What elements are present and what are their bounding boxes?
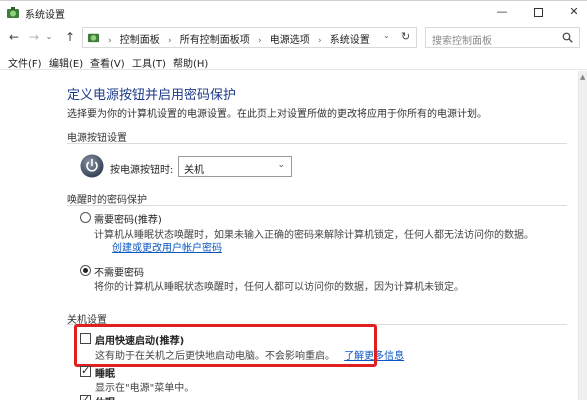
- control-panel-icon: [7, 7, 19, 18]
- chevron-down-icon: ⌄: [277, 160, 285, 170]
- window-title: 系统设置: [25, 10, 65, 21]
- control-panel-icon: [87, 33, 100, 43]
- breadcrumb-separator[interactable]: ›: [258, 36, 262, 46]
- power-button-action-value: 关机: [184, 165, 204, 176]
- breadcrumb: › 控制面板 › 所有控制面板项 › 电源选项 › 系统设置: [103, 31, 370, 46]
- back-button[interactable]: ←: [6, 29, 22, 45]
- forward-button[interactable]: →: [26, 29, 42, 45]
- menu-tools[interactable]: 工具(T): [132, 55, 166, 70]
- breadcrumb-separator[interactable]: ›: [318, 36, 322, 46]
- breadcrumb-item-system-settings[interactable]: 系统设置: [330, 35, 370, 46]
- system-settings-window: 系统设置 — ✕ ← → ⌄ ↑ › 控制面板 › 所有控制面板项 › 电源选项…: [0, 0, 587, 400]
- hibernate-checkbox[interactable]: [80, 393, 91, 400]
- section-divider: [67, 143, 567, 144]
- require-password-label[interactable]: 需要密码(推荐): [94, 211, 162, 226]
- no-password-description: 将你的计算机从睡眠状态唤醒时，任何人都可以访问你的数据，因为计算机未锁定。: [94, 282, 464, 293]
- power-button-action-select[interactable]: 关机 ⌄: [178, 156, 292, 177]
- hibernate-label[interactable]: 休眠: [95, 394, 115, 400]
- vertical-scrollbar[interactable]: ▲: [578, 71, 587, 400]
- address-bar[interactable]: › 控制面板 › 所有控制面板项 › 电源选项 › 系统设置 ⌄ ↻: [82, 27, 417, 48]
- close-button[interactable]: ✕: [556, 1, 587, 25]
- breadcrumb-separator: ›: [108, 36, 112, 46]
- search-box[interactable]: 搜索控制面板: [425, 27, 580, 48]
- no-password-radio[interactable]: [80, 265, 91, 276]
- breadcrumb-item-control-panel[interactable]: 控制面板: [120, 35, 160, 46]
- section-divider: [67, 205, 567, 206]
- sleep-label[interactable]: 睡眠: [95, 365, 115, 380]
- menu-file[interactable]: 文件(F): [8, 55, 42, 70]
- power-icon: [80, 154, 104, 178]
- main-content: 定义电源按钮并启用密码保护 选择要为你的计算机设置的电源设置。在此页上对设置所做…: [0, 71, 578, 400]
- recent-locations-button[interactable]: ⌄: [44, 29, 54, 45]
- sleep-description: 显示在"电源"菜单中。: [95, 383, 195, 394]
- power-button-section-label: 电源按钮设置: [67, 133, 127, 144]
- navigation-bar: ← → ⌄ ↑ › 控制面板 › 所有控制面板项 › 电源选项 › 系统设置 ⌄…: [0, 25, 587, 51]
- sleep-checkbox[interactable]: [80, 364, 91, 377]
- scroll-up-icon[interactable]: ▲: [580, 73, 585, 81]
- no-password-label[interactable]: 不需要密码: [94, 264, 144, 279]
- title-bar: 系统设置 — ✕: [0, 1, 587, 25]
- power-button-label: 按电源按钮时:: [110, 165, 174, 176]
- password-section-label: 唤醒时的密码保护: [67, 195, 147, 206]
- address-dropdown-button[interactable]: ⌄: [383, 31, 390, 40]
- menu-help[interactable]: 帮助(H): [173, 55, 208, 70]
- search-placeholder: 搜索控制面板: [432, 36, 492, 47]
- menu-edit[interactable]: 编辑(E): [49, 55, 83, 70]
- require-password-radio[interactable]: [80, 212, 91, 223]
- search-icon: [562, 32, 573, 43]
- breadcrumb-separator[interactable]: ›: [168, 36, 172, 46]
- maximize-icon: [533, 8, 543, 17]
- page-title: 定义电源按钮并启用密码保护: [67, 88, 237, 103]
- breadcrumb-item-power-options[interactable]: 电源选项: [270, 35, 310, 46]
- highlight-box: [74, 324, 377, 367]
- refresh-button[interactable]: ↻: [401, 30, 410, 43]
- maximize-button[interactable]: [520, 1, 556, 25]
- menu-bar: 文件(F) 编辑(E) 查看(V) 工具(T) 帮助(H): [0, 52, 587, 70]
- create-password-link[interactable]: 创建或更改用户帐户密码: [112, 239, 222, 254]
- menu-view[interactable]: 查看(V): [90, 55, 125, 70]
- page-subtitle: 选择要为你的计算机设置的电源设置。在此页上对设置所做的更改将应用于你所有的电源计…: [67, 109, 487, 120]
- minimize-button[interactable]: —: [484, 1, 520, 25]
- up-button[interactable]: ↑: [62, 29, 78, 45]
- breadcrumb-item-all-items[interactable]: 所有控制面板项: [180, 35, 250, 46]
